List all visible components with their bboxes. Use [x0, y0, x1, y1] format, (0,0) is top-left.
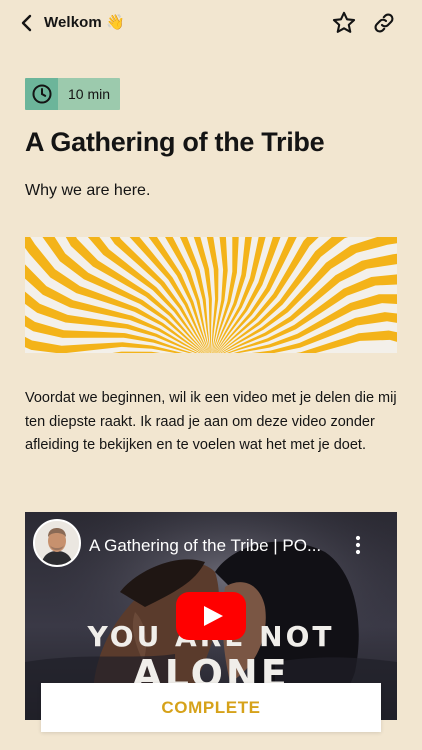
youtube-play-button[interactable] [176, 592, 246, 640]
top-navigation-bar: Welkom 👋 [0, 0, 422, 46]
link-icon [374, 13, 394, 33]
lesson-title: A Gathering of the Tribe [25, 127, 325, 157]
lesson-body-text: Voordat we beginnen, wil ik een video me… [25, 390, 397, 453]
more-options-button[interactable] [351, 534, 365, 556]
duration-badge: 10 min [25, 78, 120, 110]
duration-icon-box [25, 78, 58, 110]
page-title: Welkom 👋 [44, 14, 125, 31]
chevron-left-icon [21, 14, 32, 32]
channel-avatar[interactable] [33, 519, 81, 567]
bookmark-button[interactable] [330, 9, 358, 37]
star-outline-icon [332, 11, 356, 33]
sunburst-banner-image [25, 237, 397, 353]
lesson-subtitle: Why we are here. [25, 182, 151, 199]
share-link-button[interactable] [370, 9, 398, 37]
clock-icon [31, 84, 52, 104]
play-icon [176, 592, 246, 640]
more-vertical-icon [355, 535, 361, 555]
video-title: A Gathering of the Tribe | PO... [89, 536, 322, 555]
back-button[interactable] [14, 10, 40, 36]
complete-button[interactable]: COMPLETE [41, 683, 381, 732]
duration-text: 10 min [58, 78, 120, 110]
